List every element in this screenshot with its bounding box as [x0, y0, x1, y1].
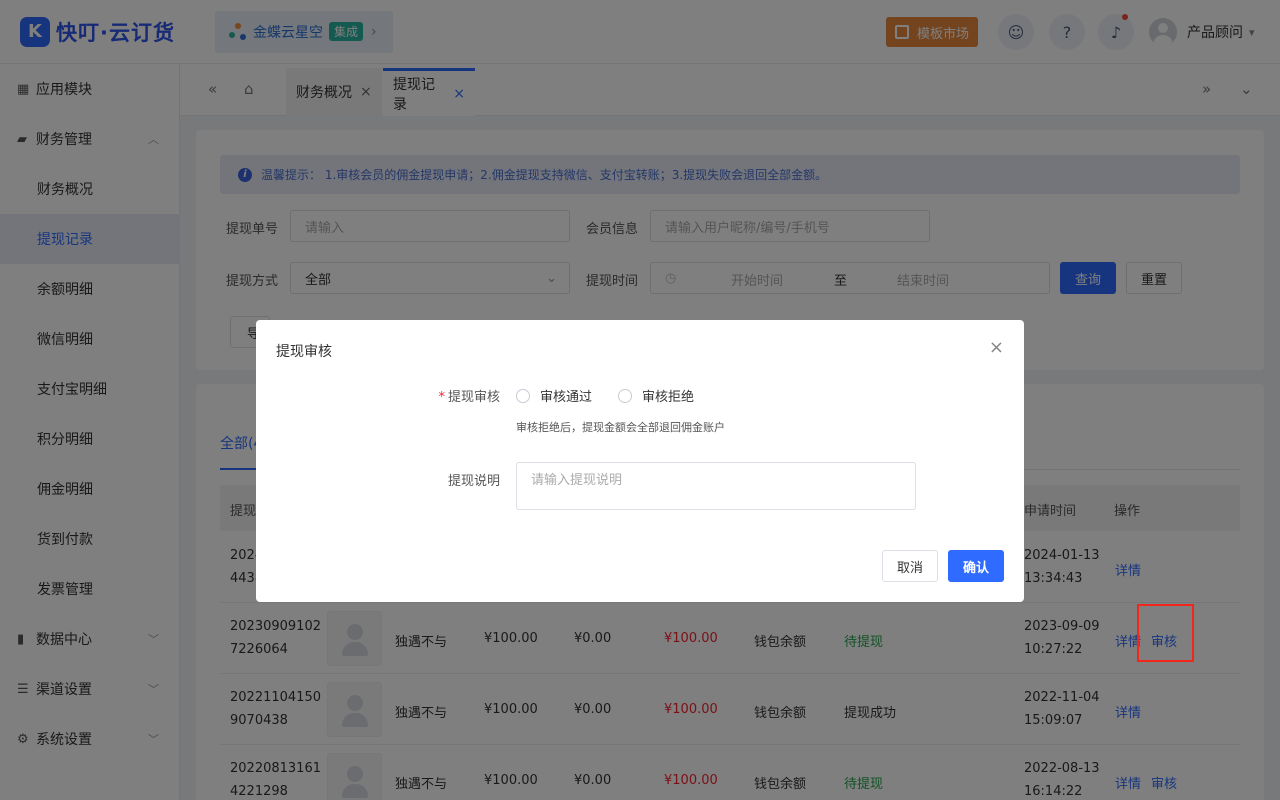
- radio-circle: [516, 388, 530, 403]
- audit-label-text: 提现审核: [447, 390, 500, 405]
- audit-highlight-box: [1137, 604, 1194, 662]
- radio-approve[interactable]: 审核通过: [516, 386, 592, 405]
- audit-field-label: * 提现审核: [406, 386, 500, 405]
- radio-circle: [618, 388, 632, 403]
- radio-reject[interactable]: 审核拒绝: [618, 386, 694, 405]
- confirm-button[interactable]: 确认: [948, 550, 1004, 582]
- withdraw-audit-dialog: 提现审核 × * 提现审核 审核通过 审核拒绝 审核拒绝后，提现金额会全部退回佣金…: [256, 320, 1024, 602]
- close-icon[interactable]: ×: [989, 337, 1004, 358]
- cancel-button[interactable]: 取消: [882, 550, 938, 582]
- desc-field-label: 提现说明: [447, 474, 500, 489]
- required-mark: *: [438, 390, 445, 405]
- dialog-title: 提现审核: [276, 344, 332, 360]
- radio-approve-label: 审核通过: [540, 390, 593, 405]
- withdraw-description-input[interactable]: 请输入提现说明: [516, 462, 916, 510]
- radio-reject-label: 审核拒绝: [642, 390, 695, 405]
- reject-hint: 审核拒绝后，提现金额会全部退回佣金账户: [516, 421, 725, 434]
